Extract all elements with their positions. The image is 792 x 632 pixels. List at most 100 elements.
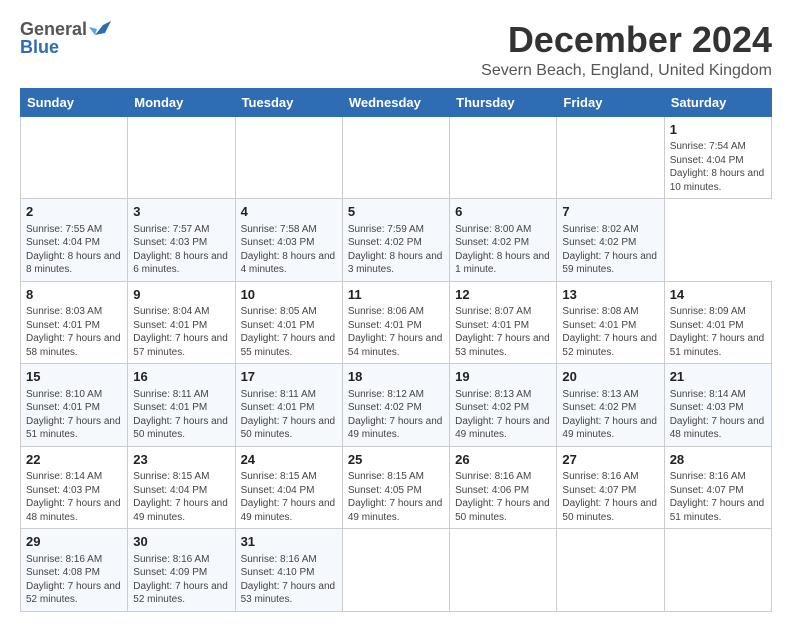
calendar-cell: 26Sunrise: 8:16 AMSunset: 4:06 PMDayligh… [450, 446, 557, 529]
day-number: 25 [348, 451, 444, 469]
page-header: General Blue December 2024 Severn Beach,… [20, 20, 772, 80]
calendar-cell [128, 116, 235, 199]
day-info: Sunrise: 8:12 AMSunset: 4:02 PMDaylight:… [348, 388, 444, 442]
calendar-cell: 11Sunrise: 8:06 AMSunset: 4:01 PMDayligh… [342, 281, 449, 364]
day-info: Sunrise: 8:16 AMSunset: 4:09 PMDaylight:… [133, 553, 229, 607]
col-header-sunday: Sunday [21, 88, 128, 116]
day-number: 24 [241, 451, 337, 469]
calendar-cell: 1Sunrise: 7:54 AMSunset: 4:04 PMDaylight… [664, 116, 771, 199]
day-number: 6 [455, 203, 551, 221]
day-info: Sunrise: 8:10 AMSunset: 4:01 PMDaylight:… [26, 388, 122, 442]
calendar-cell: 6 Sunrise: 8:00 AMSunset: 4:02 PMDaylight… [450, 199, 557, 282]
day-number: 9 [133, 286, 229, 304]
col-header-monday: Monday [128, 88, 235, 116]
day-info: Sunrise: 8:02 AMSunset: 4:02 PMDaylight:… [562, 223, 658, 277]
col-header-tuesday: Tuesday [235, 88, 342, 116]
day-info: Sunrise: 8:05 AMSunset: 4:01 PMDaylight:… [241, 305, 337, 359]
day-number: 4 [241, 203, 337, 221]
day-info: Sunrise: 8:13 AMSunset: 4:02 PMDaylight:… [455, 388, 551, 442]
day-info: Sunrise: 8:03 AMSunset: 4:01 PMDaylight:… [26, 305, 122, 359]
day-info: Sunrise: 8:11 AMSunset: 4:01 PMDaylight:… [133, 388, 229, 442]
calendar-cell: 18Sunrise: 8:12 AMSunset: 4:02 PMDayligh… [342, 364, 449, 447]
day-number: 3 [133, 203, 229, 221]
day-info: Sunrise: 8:06 AMSunset: 4:01 PMDaylight:… [348, 305, 444, 359]
calendar-cell: 25Sunrise: 8:15 AMSunset: 4:05 PMDayligh… [342, 446, 449, 529]
day-info: Sunrise: 8:16 AMSunset: 4:07 PMDaylight:… [670, 470, 766, 524]
col-header-wednesday: Wednesday [342, 88, 449, 116]
day-number: 13 [562, 286, 658, 304]
day-number: 14 [670, 286, 766, 304]
calendar-cell: 21Sunrise: 8:14 AMSunset: 4:03 PMDayligh… [664, 364, 771, 447]
day-number: 1 [670, 121, 766, 139]
calendar-week-row: 22Sunrise: 8:14 AMSunset: 4:03 PMDayligh… [21, 446, 772, 529]
calendar-cell [664, 529, 771, 612]
day-info: Sunrise: 7:58 AMSunset: 4:03 PMDaylight:… [241, 223, 337, 277]
calendar-cell: 4 Sunrise: 7:58 AMSunset: 4:03 PMDaylight… [235, 199, 342, 282]
logo-text: General Blue [20, 20, 111, 58]
day-info: Sunrise: 8:16 AMSunset: 4:06 PMDaylight:… [455, 470, 551, 524]
day-info: Sunrise: 8:16 AMSunset: 4:10 PMDaylight:… [241, 553, 337, 607]
logo: General Blue [20, 20, 111, 58]
calendar-cell: 13Sunrise: 8:08 AMSunset: 4:01 PMDayligh… [557, 281, 664, 364]
day-number: 29 [26, 533, 122, 551]
calendar-cell: 16 Sunrise: 8:11 AMSunset: 4:01 PMDayligh… [128, 364, 235, 447]
calendar-cell: 14Sunrise: 8:09 AMSunset: 4:01 PMDayligh… [664, 281, 771, 364]
calendar-cell [342, 529, 449, 612]
day-number: 22 [26, 451, 122, 469]
day-number: 8 [26, 286, 122, 304]
day-number: 10 [241, 286, 337, 304]
calendar-week-row: 8Sunrise: 8:03 AMSunset: 4:01 PMDaylight… [21, 281, 772, 364]
day-number: 5 [348, 203, 444, 221]
calendar-cell [235, 116, 342, 199]
calendar-cell [557, 116, 664, 199]
calendar-cell: 7 Sunrise: 8:02 AMSunset: 4:02 PMDaylight… [557, 199, 664, 282]
day-info: Sunrise: 8:04 AMSunset: 4:01 PMDaylight:… [133, 305, 229, 359]
calendar-cell: 30 Sunrise: 8:16 AMSunset: 4:09 PMDayligh… [128, 529, 235, 612]
calendar-cell [450, 529, 557, 612]
day-info: Sunrise: 8:16 AMSunset: 4:08 PMDaylight:… [26, 553, 122, 607]
col-header-thursday: Thursday [450, 88, 557, 116]
calendar-cell [557, 529, 664, 612]
day-info: Sunrise: 8:14 AMSunset: 4:03 PMDaylight:… [670, 388, 766, 442]
calendar-cell: 5Sunrise: 7:59 AMSunset: 4:02 PMDaylight… [342, 199, 449, 282]
day-number: 7 [562, 203, 658, 221]
day-number: 15 [26, 368, 122, 386]
calendar-week-row: 2 Sunrise: 7:55 AMSunset: 4:04 PMDaylight… [21, 199, 772, 282]
col-header-friday: Friday [557, 88, 664, 116]
calendar-cell [342, 116, 449, 199]
day-number: 16 [133, 368, 229, 386]
calendar-cell: 8Sunrise: 8:03 AMSunset: 4:01 PMDaylight… [21, 281, 128, 364]
day-info: Sunrise: 8:00 AMSunset: 4:02 PMDaylight:… [455, 223, 551, 277]
day-info: Sunrise: 7:57 AMSunset: 4:03 PMDaylight:… [133, 223, 229, 277]
title-area: December 2024 Severn Beach, England, Uni… [481, 20, 772, 80]
calendar-cell: 17Sunrise: 8:11 AMSunset: 4:01 PMDayligh… [235, 364, 342, 447]
day-info: Sunrise: 8:15 AMSunset: 4:04 PMDaylight:… [133, 470, 229, 524]
day-info: Sunrise: 8:09 AMSunset: 4:01 PMDaylight:… [670, 305, 766, 359]
col-header-saturday: Saturday [664, 88, 771, 116]
day-number: 20 [562, 368, 658, 386]
day-info: Sunrise: 7:54 AMSunset: 4:04 PMDaylight:… [670, 140, 766, 194]
month-title: December 2024 [481, 20, 772, 60]
day-number: 17 [241, 368, 337, 386]
day-info: Sunrise: 8:15 AMSunset: 4:04 PMDaylight:… [241, 470, 337, 524]
calendar-cell [21, 116, 128, 199]
day-info: Sunrise: 8:16 AMSunset: 4:07 PMDaylight:… [562, 470, 658, 524]
day-number: 30 [133, 533, 229, 551]
calendar-cell: 10Sunrise: 8:05 AMSunset: 4:01 PMDayligh… [235, 281, 342, 364]
calendar-cell: 31Sunrise: 8:16 AMSunset: 4:10 PMDayligh… [235, 529, 342, 612]
day-info: Sunrise: 7:55 AMSunset: 4:04 PMDaylight:… [26, 223, 122, 277]
day-number: 23 [133, 451, 229, 469]
day-info: Sunrise: 8:07 AMSunset: 4:01 PMDaylight:… [455, 305, 551, 359]
day-info: Sunrise: 8:08 AMSunset: 4:01 PMDaylight:… [562, 305, 658, 359]
location-title: Severn Beach, England, United Kingdom [481, 62, 772, 80]
day-number: 11 [348, 286, 444, 304]
day-number: 2 [26, 203, 122, 221]
day-number: 26 [455, 451, 551, 469]
calendar-cell: 29 Sunrise: 8:16 AMSunset: 4:08 PMDayligh… [21, 529, 128, 612]
calendar-cell: 12Sunrise: 8:07 AMSunset: 4:01 PMDayligh… [450, 281, 557, 364]
day-number: 27 [562, 451, 658, 469]
calendar-cell: 24Sunrise: 8:15 AMSunset: 4:04 PMDayligh… [235, 446, 342, 529]
day-info: Sunrise: 8:15 AMSunset: 4:05 PMDaylight:… [348, 470, 444, 524]
calendar-cell: 27Sunrise: 8:16 AMSunset: 4:07 PMDayligh… [557, 446, 664, 529]
calendar-table: SundayMondayTuesdayWednesdayThursdayFrid… [20, 88, 772, 612]
